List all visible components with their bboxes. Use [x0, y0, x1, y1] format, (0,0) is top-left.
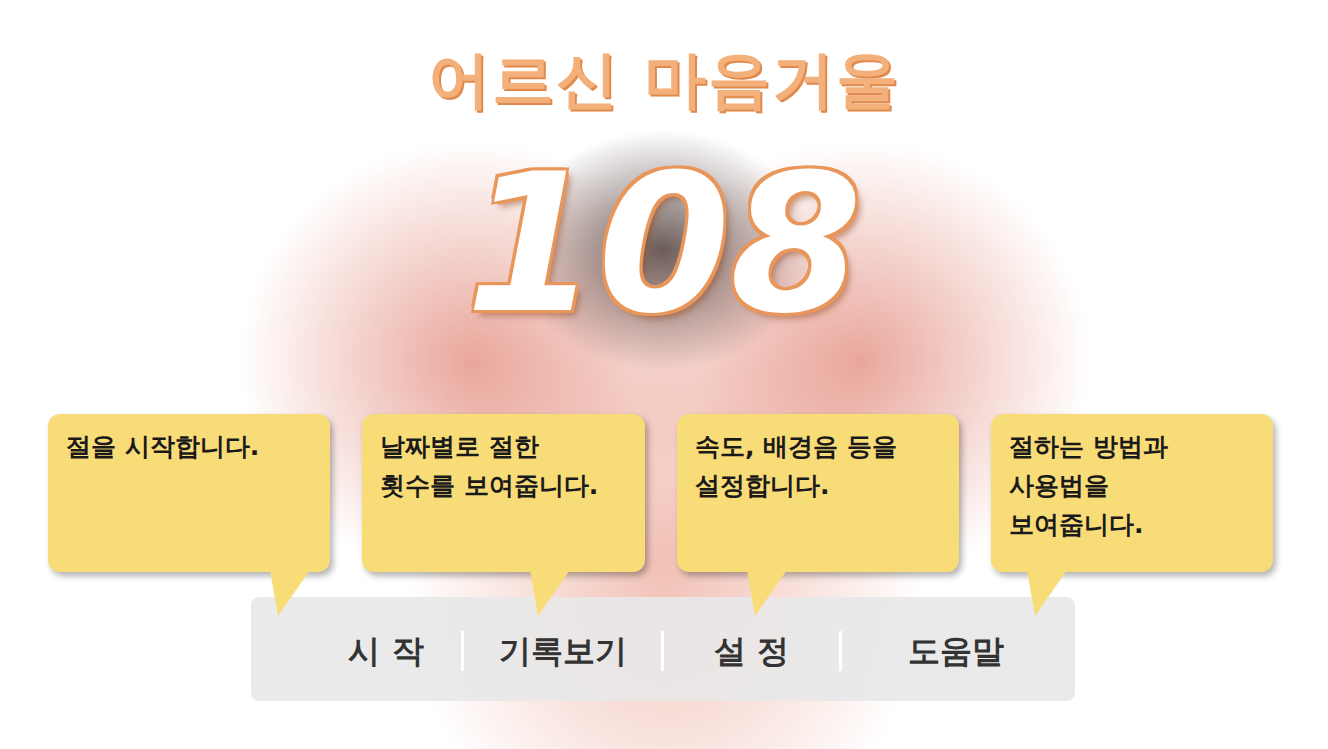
app-title: 어르신 마음거울	[0, 40, 1328, 120]
menu-item[interactable]: 시 작	[311, 631, 461, 671]
menu-item[interactable]: 도움말	[839, 631, 1069, 671]
callout-text: 속도, 배경음 등을 설정합니다.	[695, 432, 897, 500]
callout-text: 절하는 방법과 사용법을 보여줍니다.	[1009, 432, 1168, 539]
callout-text: 날짜별로 절한 횟수를 보여줍니다.	[380, 432, 598, 500]
menu-item[interactable]: 설 정	[661, 631, 839, 671]
callout-bubble: 날짜별로 절한 횟수를 보여줍니다.	[362, 414, 645, 572]
callout-bubble: 절하는 방법과 사용법을 보여줍니다.	[991, 414, 1273, 572]
callout-text: 절을 시작합니다.	[66, 432, 259, 461]
menu-item[interactable]: 기록보기	[461, 631, 661, 671]
menu-bar: 시 작기록보기설 정도움말	[251, 597, 1075, 701]
callout-row: 절을 시작합니다. 날짜별로 절한 횟수를 보여줍니다. 속도, 배경음 등을 설정…	[0, 414, 1328, 572]
callout-bubble: 절을 시작합니다.	[48, 414, 330, 572]
app-number: 108	[0, 140, 1328, 350]
callout-bubble: 속도, 배경음 등을 설정합니다.	[677, 414, 959, 572]
